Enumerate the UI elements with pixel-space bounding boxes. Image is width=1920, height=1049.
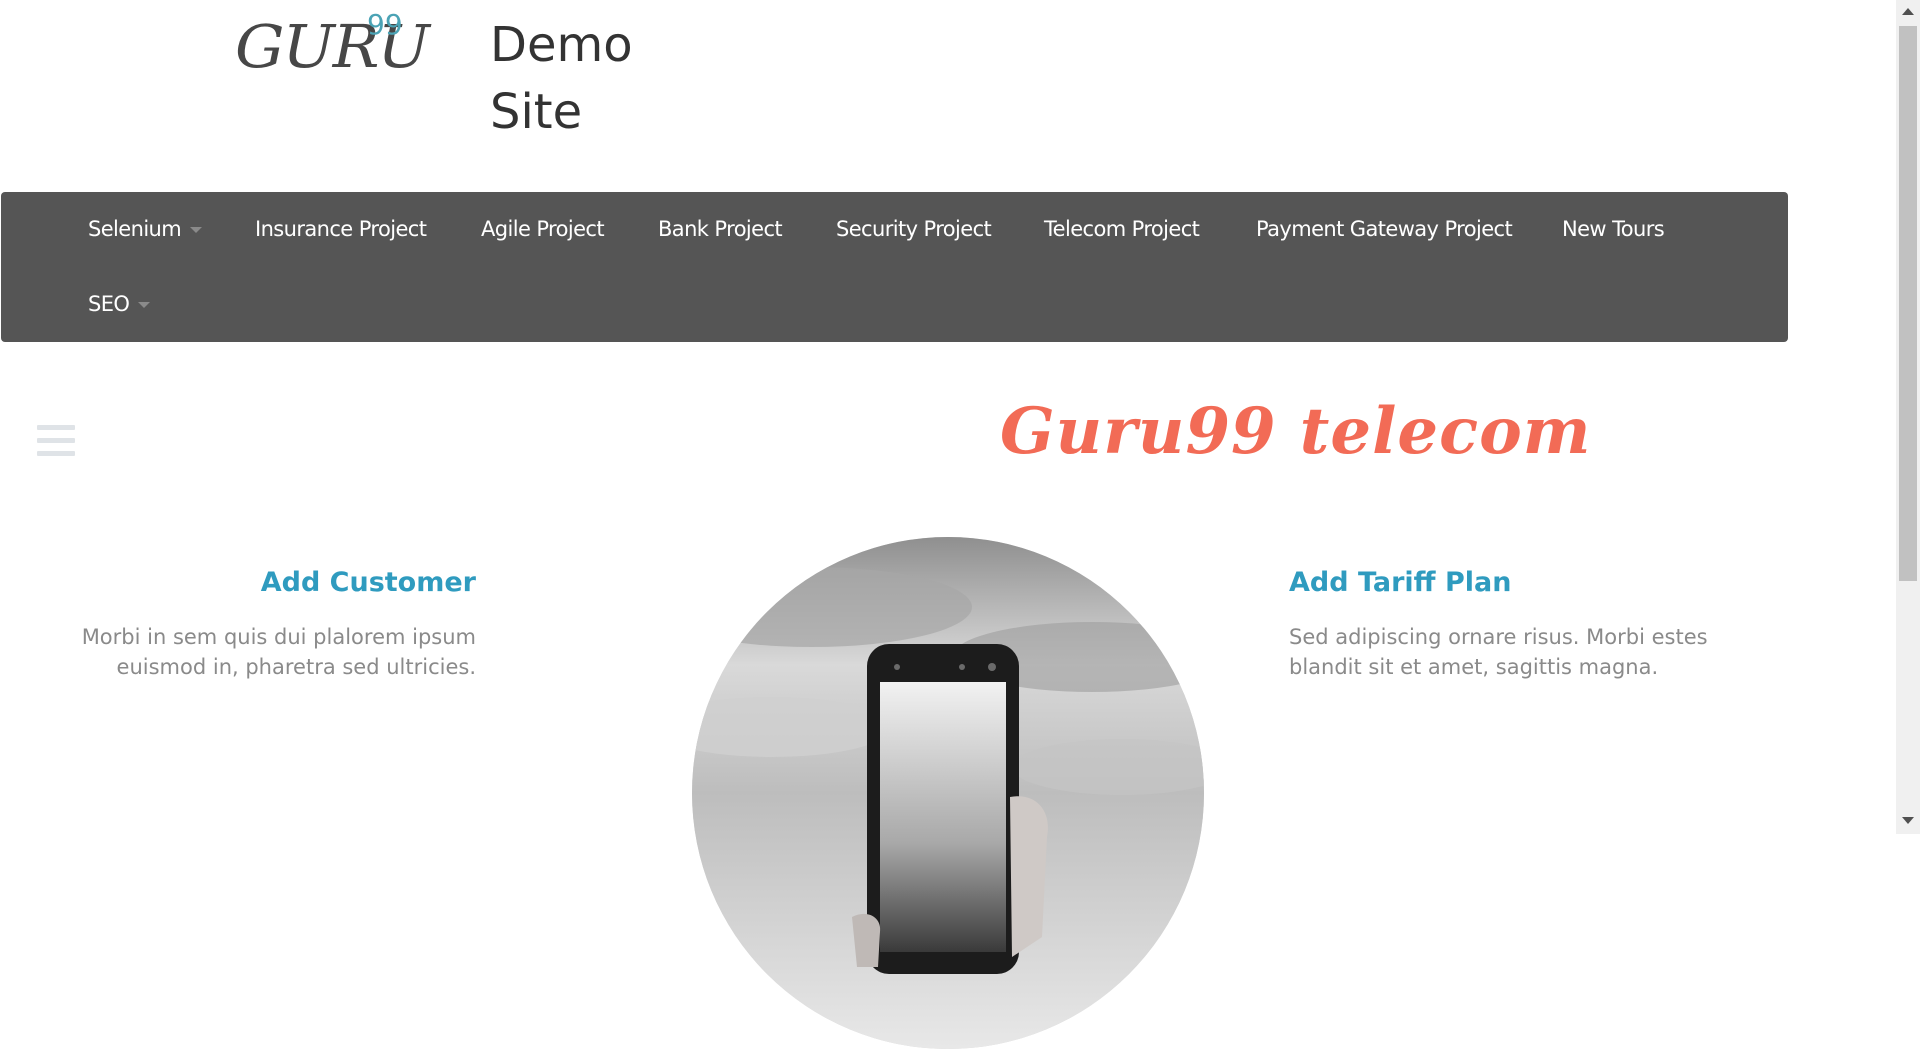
add-tariff-plan-link[interactable]: Add Tariff Plan	[1289, 567, 1511, 598]
nav-item-selenium[interactable]: Selenium	[88, 217, 203, 241]
hamburger-icon[interactable]	[37, 425, 75, 457]
hamburger-bar	[37, 438, 75, 443]
logo-superscript: 99	[367, 8, 403, 41]
main-navbar: Selenium Insurance Project Agile Project…	[1, 192, 1788, 342]
add-customer-description: Morbi in sem quis dui plalorem ipsum eui…	[81, 625, 476, 679]
site-header: GURU 99 Demo Site	[0, 0, 1896, 190]
add-customer-link[interactable]: Add Customer	[261, 567, 476, 598]
page-heading: Guru99 telecom	[1000, 394, 1592, 469]
nav-item-payment-gateway-project[interactable]: Payment Gateway Project	[1256, 217, 1513, 241]
nav-label: Selenium	[88, 217, 182, 241]
caret-down-icon	[190, 227, 203, 233]
nav-label: Insurance Project	[255, 217, 427, 241]
nav-label: Payment Gateway Project	[1256, 217, 1513, 241]
add-tariff-plan-description: Sed adipiscing ornare risus. Morbi estes…	[1289, 625, 1708, 679]
nav-item-seo[interactable]: SEO	[88, 292, 151, 316]
nav-label: Bank Project	[658, 217, 783, 241]
nav-item-insurance-project[interactable]: Insurance Project	[255, 217, 427, 241]
nav-item-telecom-project[interactable]: Telecom Project	[1044, 217, 1200, 241]
hamburger-bar	[37, 451, 75, 456]
nav-item-security-project[interactable]: Security Project	[836, 217, 992, 241]
phone-in-hand-photo	[692, 537, 1204, 1049]
hero-photo-graphic	[692, 537, 1204, 1049]
scrollbar-thumb[interactable]	[1899, 26, 1917, 581]
hamburger-bar	[37, 425, 75, 430]
site-title: Demo Site	[490, 17, 633, 140]
nav-label: Security Project	[836, 217, 992, 241]
nav-label: SEO	[88, 292, 130, 316]
nav-label: Telecom Project	[1044, 217, 1200, 241]
nav-item-agile-project[interactable]: Agile Project	[481, 217, 605, 241]
scroll-up-arrow-icon[interactable]	[1902, 8, 1914, 15]
nav-label: New Tours	[1562, 217, 1665, 241]
vertical-scrollbar[interactable]	[1896, 0, 1920, 834]
nav-label: Agile Project	[481, 217, 605, 241]
caret-down-icon	[138, 302, 151, 308]
scroll-down-arrow-icon[interactable]	[1902, 817, 1914, 824]
nav-item-new-tours[interactable]: New Tours	[1562, 217, 1665, 241]
guru99-logo[interactable]: GURU 99	[235, 6, 430, 86]
nav-item-bank-project[interactable]: Bank Project	[658, 217, 783, 241]
